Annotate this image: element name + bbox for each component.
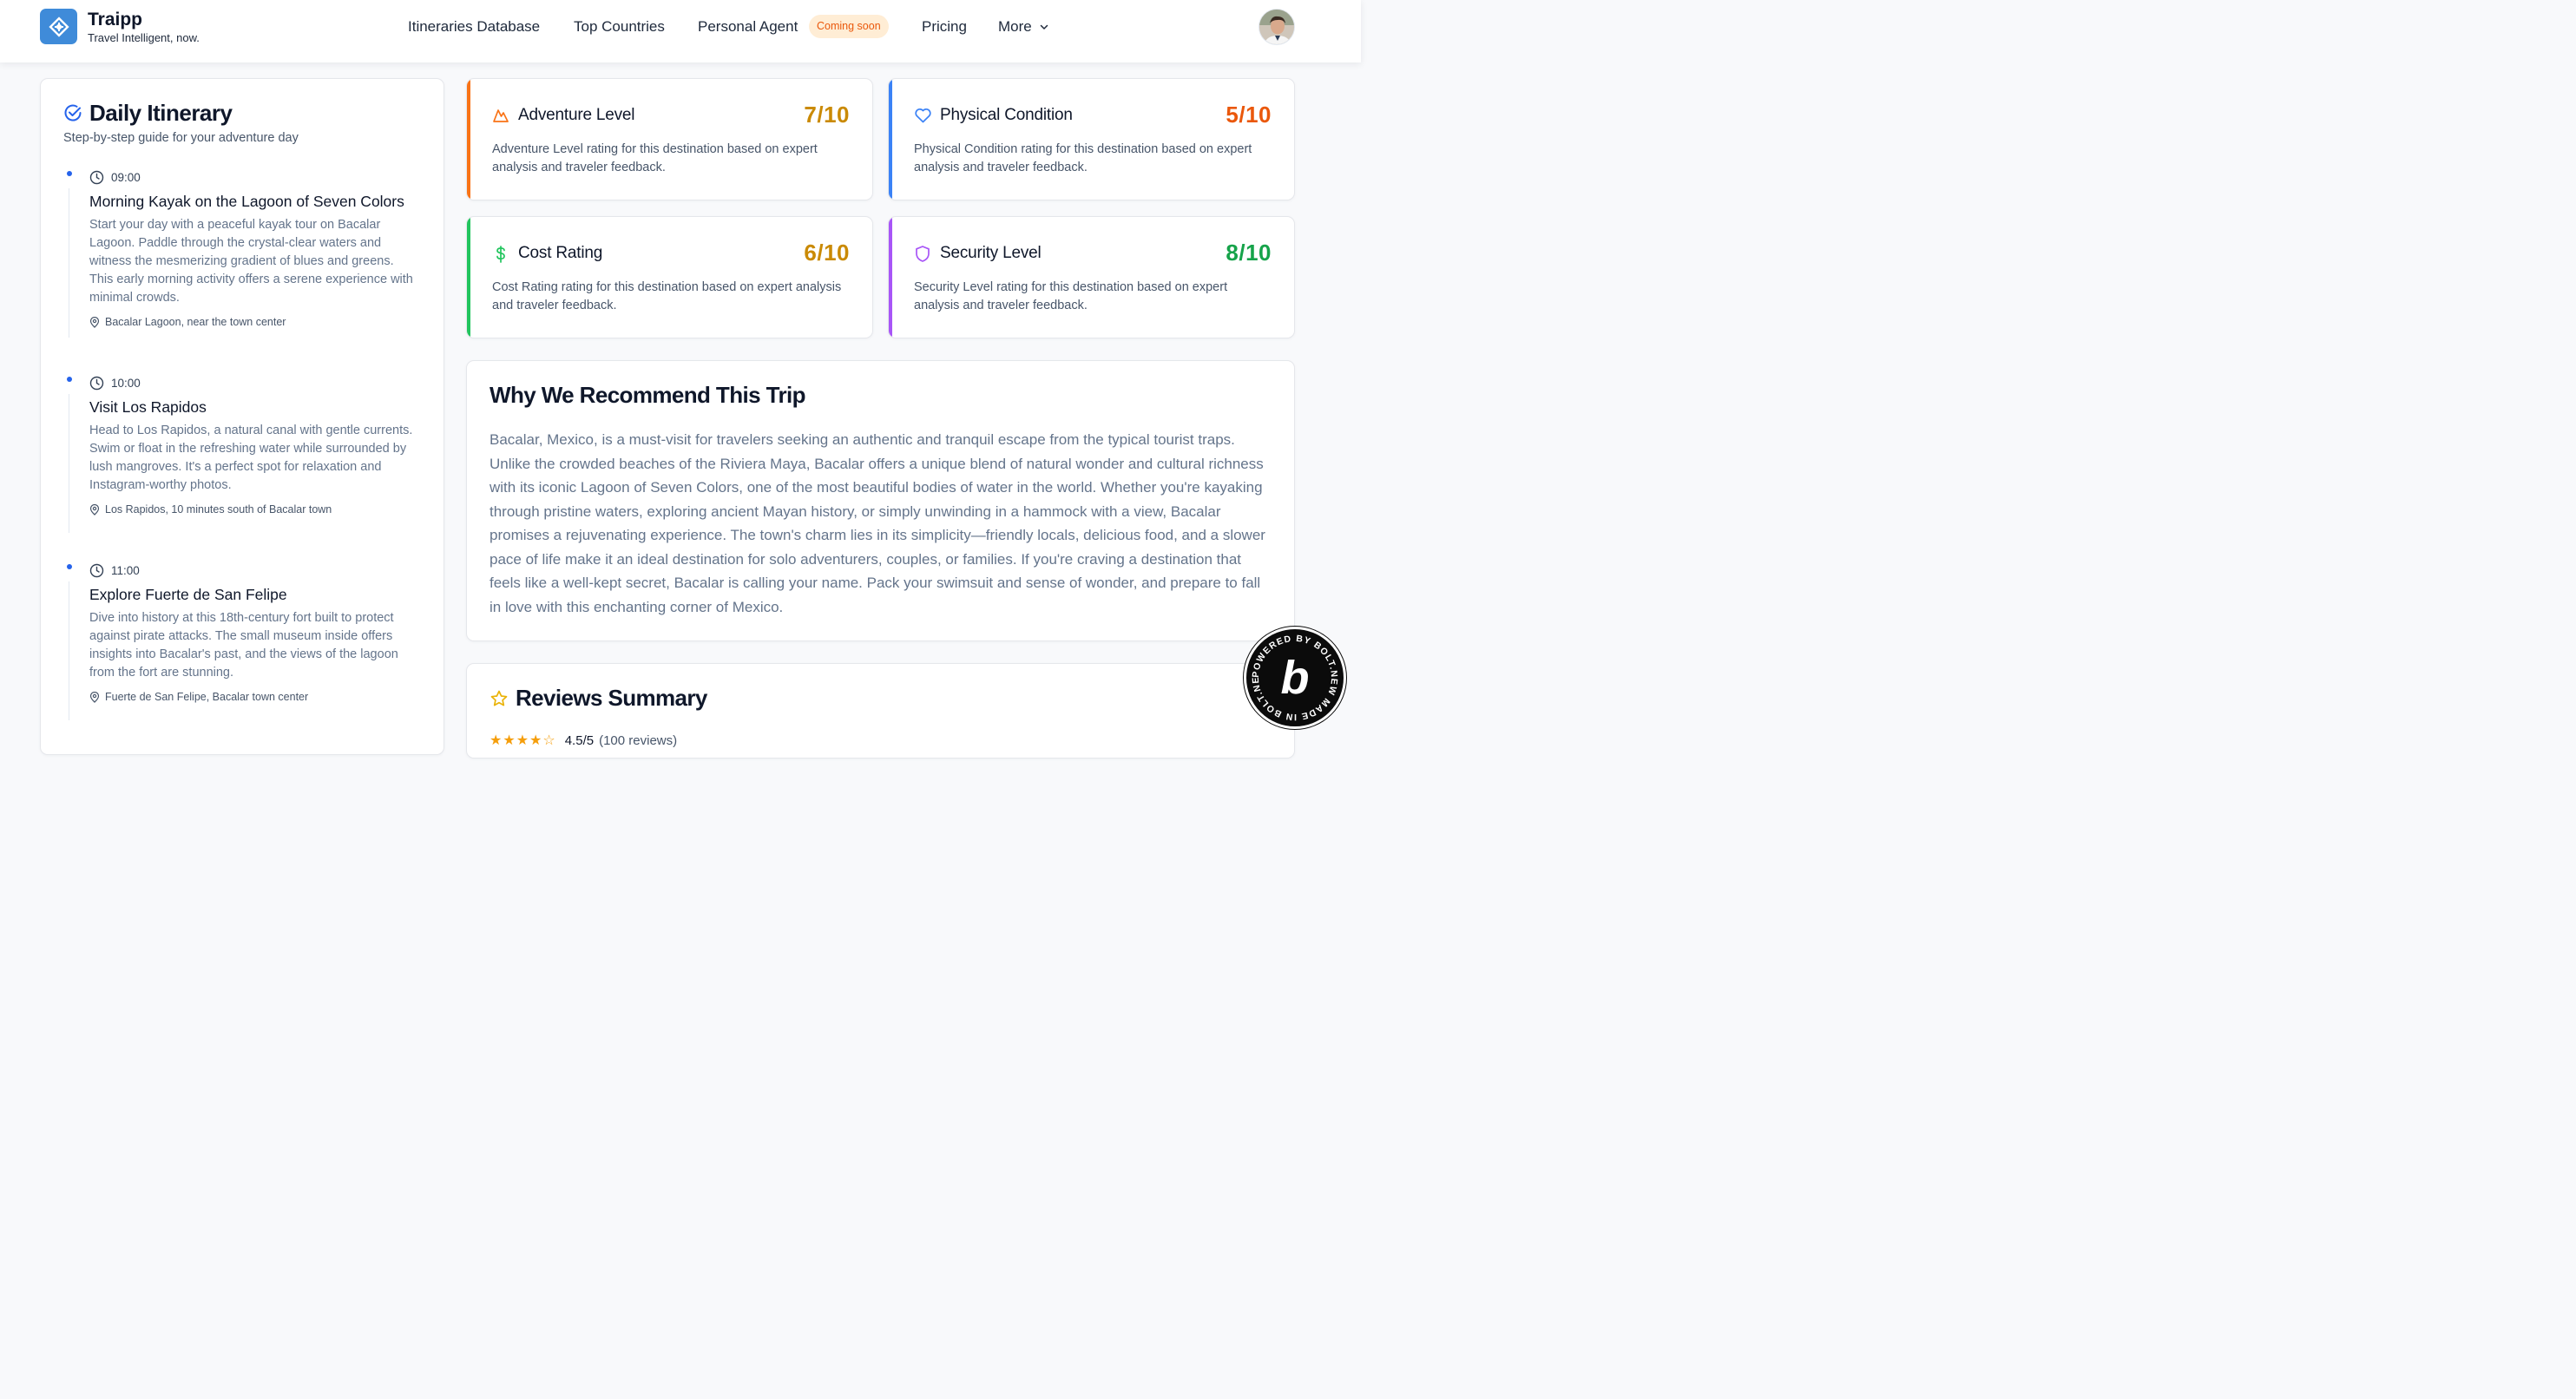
logo-icon[interactable] bbox=[40, 9, 77, 44]
activity-location: Fuerte de San Felipe, Bacalar town cente… bbox=[89, 691, 308, 703]
clock-icon bbox=[89, 170, 104, 185]
cost-rating-card: Cost Rating 6/10 Cost Rating rating for … bbox=[466, 216, 873, 338]
activity-description: Head to Los Rapidos, a natural canal wit… bbox=[89, 424, 413, 492]
itinerary-title: Daily Itinerary bbox=[89, 100, 233, 126]
metric-title: Physical Condition bbox=[940, 106, 1073, 124]
check-circle-icon bbox=[64, 104, 82, 122]
metric-description: Security Level rating for this destinati… bbox=[914, 280, 1228, 312]
nav-personal-agent[interactable]: Personal Agent bbox=[698, 0, 798, 54]
location-label: Bacalar Lagoon, near the town center bbox=[105, 316, 286, 328]
chevron-down-icon bbox=[1040, 24, 1048, 30]
rating-stars: ★★★★☆ bbox=[490, 733, 556, 748]
nav-itineraries-database[interactable]: Itineraries Database bbox=[408, 0, 540, 54]
metric-description: Adventure Level rating for this destinat… bbox=[492, 142, 818, 174]
time-row: 11:00 bbox=[89, 563, 140, 578]
reviews-summary-card: Reviews Summary ★★★★☆ 4.5/5 (100 reviews… bbox=[466, 663, 1295, 759]
time-row: 10:00 bbox=[89, 376, 141, 391]
metric-score: 8/10 bbox=[1226, 240, 1272, 266]
metric-title: Cost Rating bbox=[518, 244, 603, 262]
user-avatar[interactable] bbox=[1258, 9, 1295, 45]
activity-title: Explore Fuerte de San Felipe bbox=[89, 586, 287, 603]
metric-description: Physical Condition rating for this desti… bbox=[914, 142, 1252, 174]
mountain-icon bbox=[493, 109, 509, 122]
map-pin-icon bbox=[89, 503, 100, 516]
bolt-badge-graphic: POWERED BY BOLT.NEW MADE IN BOLT.NEW b bbox=[1241, 621, 1338, 722]
location-label: Los Rapidos, 10 minutes south of Bacalar… bbox=[105, 503, 332, 516]
brand-name: Traipp bbox=[88, 10, 143, 30]
location-label: Fuerte de San Felipe, Bacalar town cente… bbox=[105, 691, 309, 703]
top-navbar: Traipp Travel Intelligent, now. Itinerar… bbox=[0, 0, 1361, 62]
activity-location: Bacalar Lagoon, near the town center bbox=[89, 316, 286, 328]
accent-bar bbox=[889, 79, 892, 200]
daily-itinerary-card: Daily Itinerary Step-by-step guide for y… bbox=[40, 78, 444, 755]
bolt-badge-letter: b bbox=[1281, 652, 1310, 704]
metric-score: 7/10 bbox=[804, 102, 850, 128]
clock-icon bbox=[89, 376, 104, 391]
time-label: 09:00 bbox=[111, 171, 141, 184]
metric-title: Security Level bbox=[940, 244, 1042, 262]
time-label: 11:00 bbox=[111, 564, 140, 577]
rating-score: 4.5/5 bbox=[564, 732, 595, 748]
activity-description: Dive into history at this 18th-century f… bbox=[89, 611, 398, 680]
activity-description: Start your day with a peaceful kayak tou… bbox=[89, 218, 413, 305]
metric-description: Cost Rating rating for this destination … bbox=[492, 280, 842, 312]
heart-icon bbox=[915, 108, 931, 123]
physical-condition-card: Physical Condition 5/10 Physical Conditi… bbox=[888, 78, 1295, 200]
activity-title: Morning Kayak on the Lagoon of Seven Col… bbox=[89, 193, 404, 210]
reviews-title: Reviews Summary bbox=[516, 685, 707, 711]
recommend-card: Why We Recommend This Trip Bacalar, Mexi… bbox=[466, 360, 1295, 641]
map-pin-icon bbox=[89, 316, 100, 328]
nav-top-countries[interactable]: Top Countries bbox=[574, 0, 665, 54]
recommend-body: Bacalar, Mexico, is a must-visit for tra… bbox=[490, 431, 1265, 615]
accent-bar bbox=[467, 217, 470, 338]
star-icon bbox=[490, 690, 508, 706]
brand[interactable]: Traipp Travel Intelligent, now. bbox=[88, 10, 200, 45]
dollar-icon bbox=[496, 246, 505, 263]
review-count: (100 reviews) bbox=[599, 732, 678, 748]
map-pin-icon bbox=[89, 691, 100, 703]
metric-title: Adventure Level bbox=[518, 106, 635, 124]
metric-score: 5/10 bbox=[1226, 102, 1272, 128]
timeline-dot bbox=[67, 564, 72, 569]
nav-more[interactable]: More bbox=[998, 0, 1049, 54]
metric-score: 6/10 bbox=[804, 240, 850, 266]
timeline-dot bbox=[67, 377, 72, 382]
time-row: 09:00 bbox=[89, 170, 141, 185]
adventure-level-card: Adventure Level 7/10 Adventure Level rat… bbox=[466, 78, 873, 200]
recommend-title: Why We Recommend This Trip bbox=[490, 382, 805, 408]
shield-icon bbox=[916, 246, 930, 262]
security-level-card: Security Level 8/10 Security Level ratin… bbox=[888, 216, 1295, 338]
timeline-dot bbox=[67, 171, 72, 176]
activity-location: Los Rapidos, 10 minutes south of Bacalar… bbox=[89, 503, 332, 516]
nav-more-label: More bbox=[998, 18, 1032, 35]
coming-soon-badge: Coming soon bbox=[809, 15, 889, 38]
clock-icon bbox=[89, 563, 104, 578]
activity-title: Visit Los Rapidos bbox=[89, 398, 207, 416]
reviews-rating-row: ★★★★☆ 4.5/5 (100 reviews) bbox=[490, 732, 677, 749]
accent-bar bbox=[467, 79, 470, 200]
nav-pricing[interactable]: Pricing bbox=[922, 0, 967, 54]
accent-bar bbox=[889, 217, 892, 338]
brand-tagline: Travel Intelligent, now. bbox=[88, 31, 200, 44]
bolt-badge[interactable]: POWERED BY BOLT.NEW MADE IN BOLT.NEW b bbox=[1241, 621, 1346, 729]
time-label: 10:00 bbox=[111, 377, 141, 390]
itinerary-subtitle: Step-by-step guide for your adventure da… bbox=[63, 131, 299, 145]
